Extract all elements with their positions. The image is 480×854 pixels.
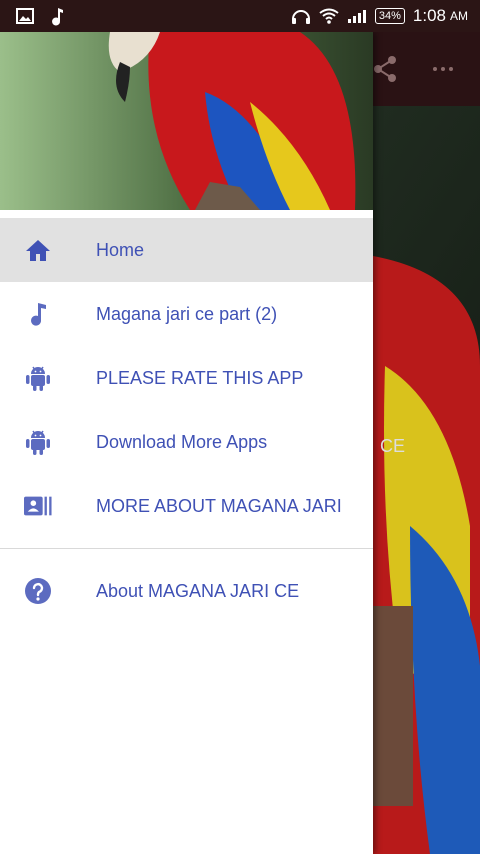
content-text: CE bbox=[380, 436, 406, 456]
image-icon bbox=[16, 8, 34, 24]
menu-item-label: Download More Apps bbox=[96, 431, 268, 452]
help-circle-icon bbox=[24, 577, 52, 605]
menu-divider bbox=[0, 548, 373, 549]
battery-icon: 34% bbox=[374, 8, 405, 24]
battery-level: 34% bbox=[378, 10, 401, 22]
drawer-header-image bbox=[0, 32, 373, 210]
more-options-icon[interactable] bbox=[432, 56, 454, 79]
menu-item-label: Home bbox=[96, 239, 145, 260]
contact-card-icon bbox=[24, 492, 52, 520]
menu-item-rate-app[interactable]: PLEASE RATE THIS APP bbox=[0, 346, 373, 410]
menu-item-about[interactable]: About MAGANA JARI CE bbox=[0, 559, 373, 623]
navigation-drawer: Home Magana jari ce part (2) PLEASE RATE… bbox=[0, 32, 373, 854]
music-note-icon bbox=[24, 300, 52, 328]
menu-item-download-more-apps[interactable]: Download More Apps bbox=[0, 410, 373, 474]
menu-item-label: Magana jari ce part (2) bbox=[96, 303, 278, 324]
menu-item-label: MORE ABOUT MAGANA JARI bbox=[96, 495, 342, 516]
android-icon bbox=[24, 364, 52, 392]
clock-time: 1:08 bbox=[412, 6, 446, 25]
menu-item-home[interactable]: Home bbox=[0, 218, 373, 282]
drawer-menu: Home Magana jari ce part (2) PLEASE RATE… bbox=[0, 218, 373, 623]
menu-item-more-about[interactable]: MORE ABOUT MAGANA JARI bbox=[0, 474, 373, 538]
signal-icon bbox=[347, 8, 367, 24]
wifi-icon bbox=[319, 8, 339, 24]
parrot-header-image bbox=[0, 32, 373, 210]
menu-item-label: About MAGANA JARI CE bbox=[96, 580, 300, 601]
music-note-icon bbox=[50, 6, 64, 26]
share-icon[interactable] bbox=[370, 54, 400, 84]
headphones-icon bbox=[291, 7, 311, 25]
android-icon bbox=[24, 428, 52, 456]
home-icon bbox=[24, 236, 52, 264]
clock-ampm: AM bbox=[450, 9, 468, 23]
status-bar: 34% 1:08 AM bbox=[0, 0, 480, 32]
menu-item-magana-jari-part-2[interactable]: Magana jari ce part (2) bbox=[0, 282, 373, 346]
menu-item-label: PLEASE RATE THIS APP bbox=[96, 367, 304, 388]
